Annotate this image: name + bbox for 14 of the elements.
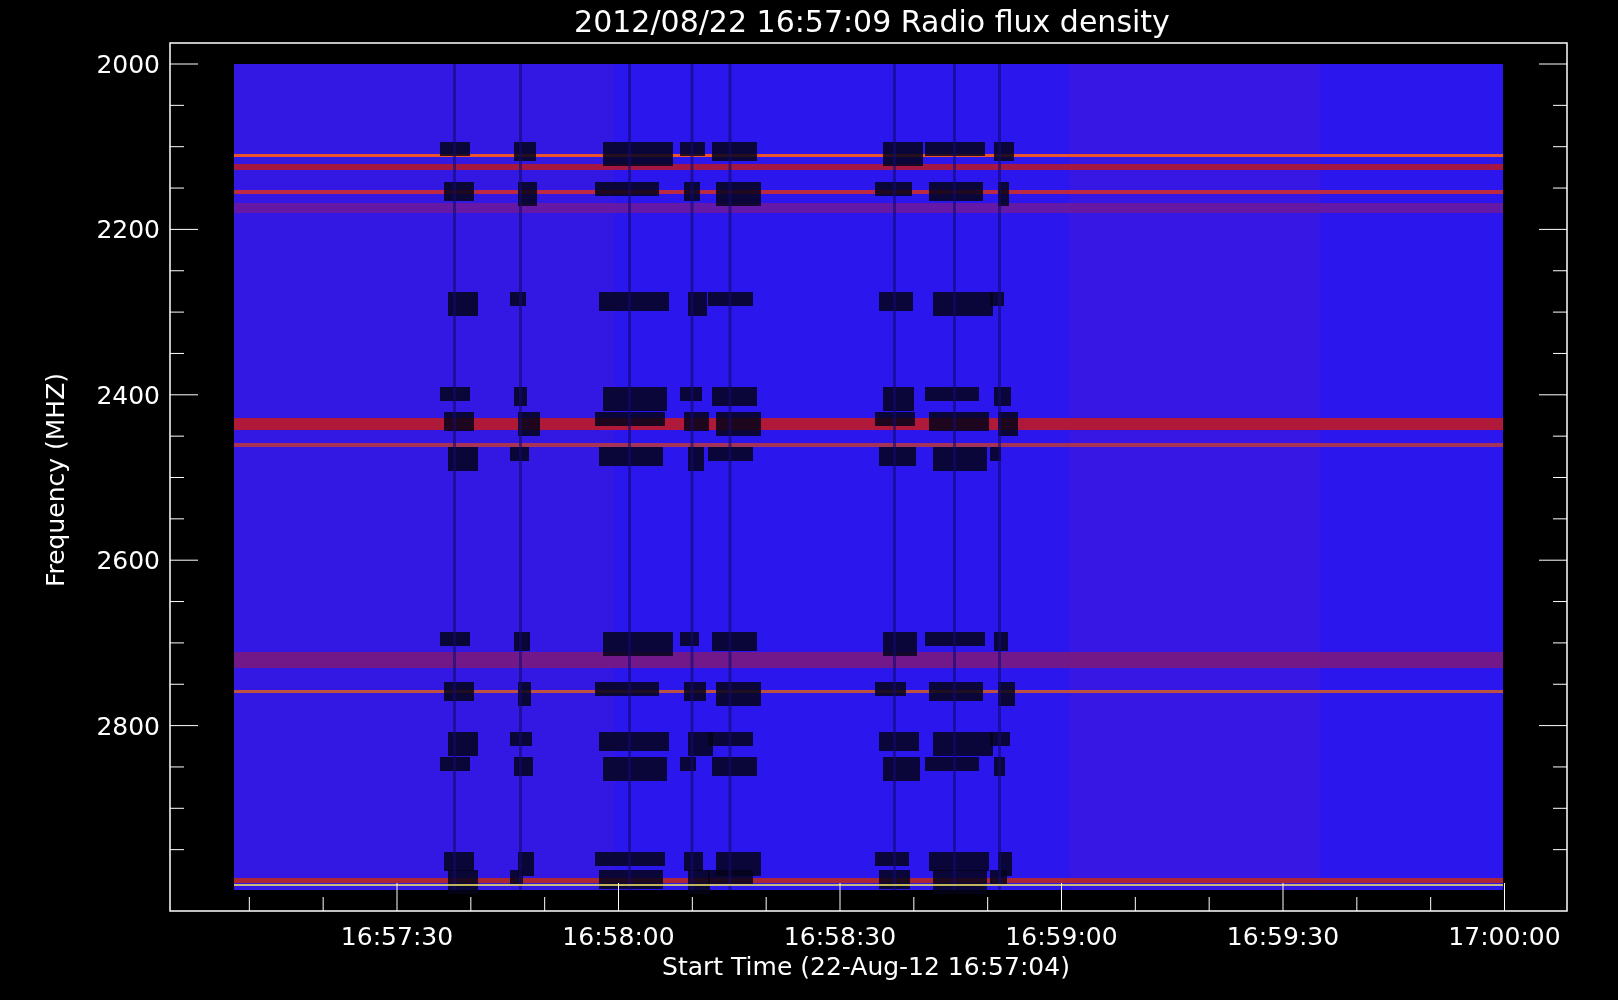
y-tick-label: 2200 [96,215,160,245]
y-tick-label: 2400 [96,380,160,410]
x-tick-label: 16:59:30 [1226,922,1340,951]
y-axis-label: Frequency (MHZ) [41,372,70,588]
x-tick-label: 16:57:30 [340,922,454,951]
y-tick-label: 2000 [96,50,160,79]
x-tick-label: 16:59:00 [1005,922,1118,951]
x-tick-label: 17:00:00 [1448,922,1561,951]
y-tick-label: 2800 [96,711,160,741]
chart-title: 2012/08/22 16:57:09 Radio flux density [574,4,1170,39]
y-tick-label: 2600 [96,546,160,576]
x-axis-label: Start Time (22-Aug-12 16:57:04) [662,952,1070,981]
x-tick-label: 16:58:30 [783,922,897,951]
x-tick-label: 16:58:00 [562,922,675,951]
